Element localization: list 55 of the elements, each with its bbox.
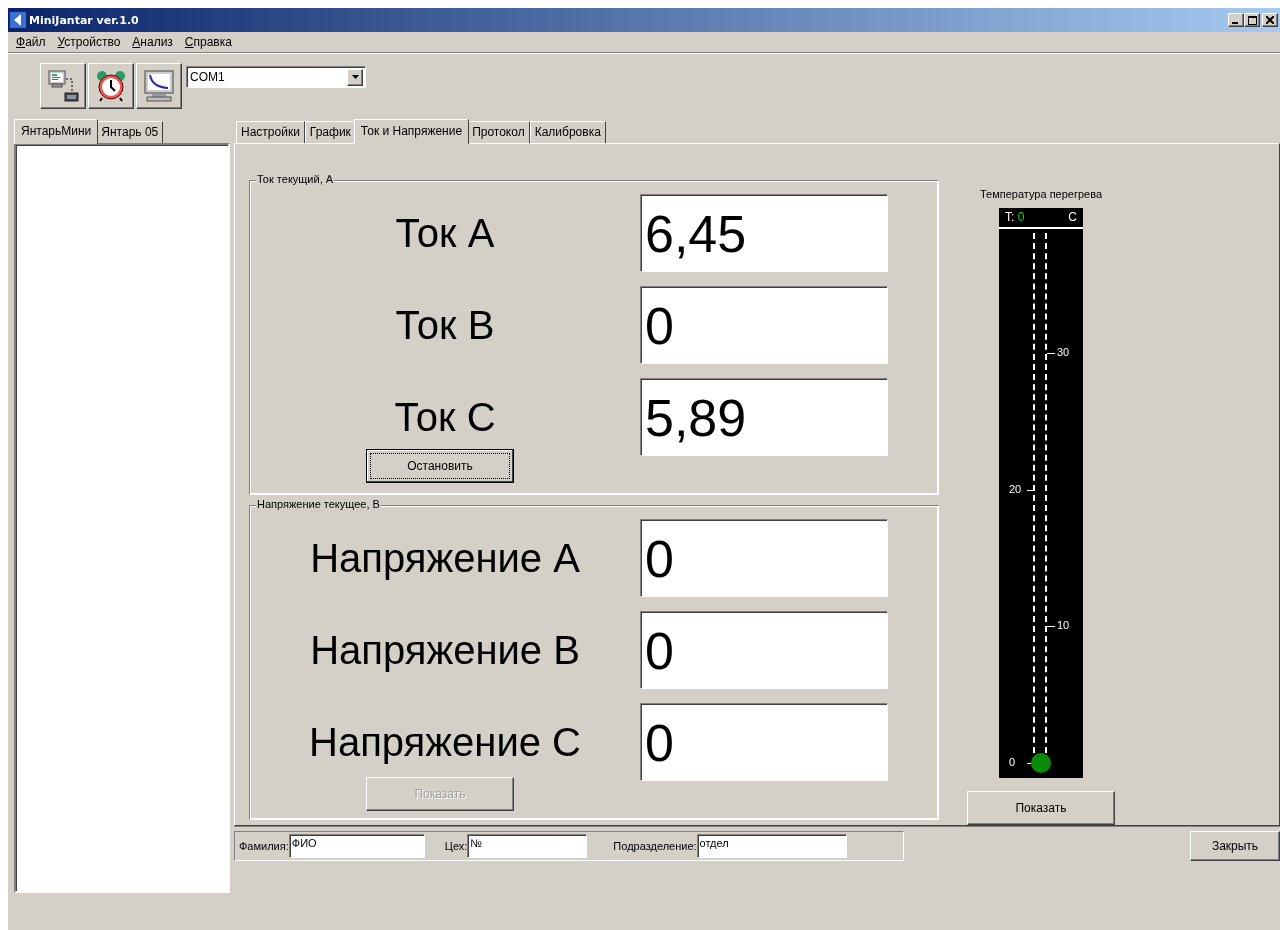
menu-item[interactable]: Анализ [126, 35, 179, 49]
stop-button[interactable]: Остановить [366, 449, 514, 483]
field-label: Цех: [444, 840, 468, 852]
monitor-chart-button[interactable] [136, 63, 182, 109]
reading-field: 0 [640, 519, 888, 597]
group-title: Напряжение текущее, В [256, 498, 381, 510]
input-field[interactable]: отдел [696, 834, 847, 858]
main-tab[interactable]: Настройки [236, 121, 305, 143]
reading-label: T: 0 [1005, 210, 1025, 226]
reading-label: Ток C [393, 394, 497, 440]
temperature-title: Температура перегрева [979, 188, 1103, 200]
scale-label: 10 [1057, 618, 1070, 633]
maximize-button[interactable] [1244, 13, 1260, 27]
group-title: Ток текущий, А [256, 173, 335, 185]
main-tab[interactable]: Калибровка [529, 121, 606, 143]
menu-item[interactable]: Справка [178, 35, 238, 49]
input-field[interactable]: ФИО [288, 834, 425, 858]
alarm-clock-button[interactable] [88, 63, 134, 109]
caret-icon [351, 75, 359, 79]
reading-label: Ток B [394, 302, 496, 348]
device-tab[interactable]: Янтарь 05 [96, 121, 164, 143]
reading-field: 0 [640, 286, 888, 364]
scale-label: 30 [1057, 344, 1070, 359]
scale-label: 0 [1009, 755, 1016, 769]
reading-field: 0 [640, 611, 888, 689]
close-window-button[interactable]: Закрыть [1190, 831, 1280, 861]
scale-label: 20 [1009, 481, 1022, 496]
main-tab[interactable]: Протокол [467, 121, 530, 143]
network-button[interactable] [40, 63, 86, 109]
reading-label: Напряжение A [309, 535, 581, 581]
close-button[interactable] [1262, 13, 1278, 27]
reading-field: 5,89 [640, 378, 888, 456]
show-button[interactable]: Показать [967, 791, 1115, 825]
maximize-icon [1247, 15, 1257, 25]
port-dropdown[interactable]: COM1 [186, 66, 366, 88]
reading-label: Напряжение B [309, 627, 581, 673]
field-label: Подразделение: [613, 840, 697, 852]
menu-item[interactable]: Устройство [51, 35, 127, 49]
reading-field: 0 [640, 703, 888, 781]
mercury-bulb [1031, 753, 1051, 773]
main-tab[interactable]: Ток и Напряжение [353, 119, 470, 144]
device-tab[interactable]: ЯнтарьМини [14, 119, 99, 144]
temperature-reading: 0 [1017, 210, 1025, 224]
close-icon [1266, 16, 1274, 24]
field-label: Фамилия: [239, 840, 289, 852]
input-field[interactable]: № [467, 834, 588, 858]
reading-field: 6,45 [640, 194, 888, 272]
menu-item[interactable]: Файл [10, 35, 52, 49]
reading-label: Напряжение C [308, 719, 582, 765]
unit-label: C [1068, 210, 1077, 226]
reading-label: Ток A [394, 210, 496, 256]
app-icon [10, 12, 26, 28]
main-tab[interactable]: График [304, 121, 356, 143]
minimize-button[interactable] [1228, 13, 1244, 27]
window-title: MiniJantar ver.1.0 [29, 13, 140, 27]
